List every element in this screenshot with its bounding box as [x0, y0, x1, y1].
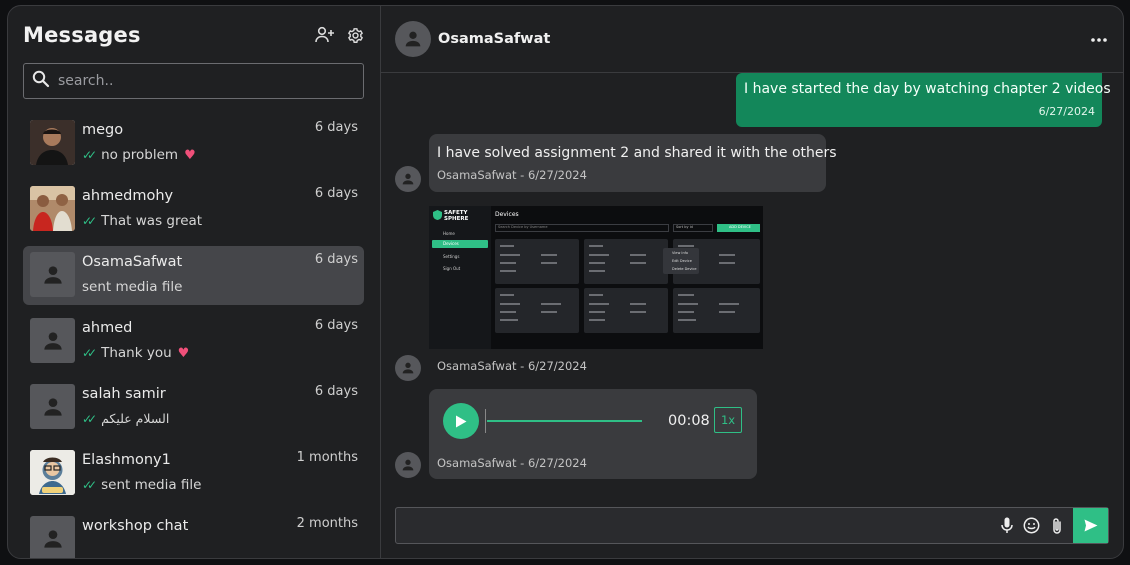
chat-time: 6 days	[314, 252, 358, 267]
message-text: I have started the day by watching chapt…	[744, 81, 1111, 97]
default-avatar-icon	[30, 252, 75, 297]
chat-name: mego	[82, 122, 124, 138]
audio-duration: 00:08	[668, 413, 710, 429]
message-meta: OsamaSafwat - 6/27/2024	[437, 168, 587, 182]
heart-icon: ♥	[184, 147, 196, 163]
message-meta: OsamaSafwat - 6/27/2024	[437, 456, 587, 470]
chat-name: OsamaSafwat	[82, 254, 183, 270]
chat-last-text: Thank you	[101, 345, 172, 361]
microphone-icon[interactable]	[997, 516, 1016, 535]
default-avatar-icon	[30, 318, 75, 363]
conversation-header: OsamaSafwat	[381, 6, 1123, 73]
default-avatar-icon	[30, 516, 75, 558]
chat-last-text: السلام عليكم	[101, 411, 170, 426]
chat-time: 6 days	[314, 186, 358, 201]
chat-last-message: ✓✓ That was great	[82, 213, 202, 229]
chat-name: ahmedmohy	[82, 188, 174, 204]
chat-list: mego 6 days ✓✓ no problem ♥ ahmedmohy 6 …	[23, 114, 364, 558]
play-icon[interactable]	[443, 403, 479, 439]
preview-menu-edit: Edit Device	[672, 259, 692, 263]
chat-time: 1 months	[296, 450, 358, 465]
preview-nav-devices: Devices	[443, 241, 459, 246]
more-options-icon[interactable]	[1089, 30, 1109, 50]
send-icon[interactable]	[1073, 508, 1108, 543]
emoji-icon[interactable]	[1022, 516, 1041, 535]
sidebar-header: Messages	[23, 20, 365, 50]
chat-name: workshop chat	[82, 518, 189, 534]
search-box	[23, 63, 364, 99]
message-composer	[395, 507, 1109, 544]
sender-avatar-icon	[395, 452, 421, 478]
chat-item-workshop-chat[interactable]: workshop chat 2 months	[23, 510, 364, 558]
shared-image[interactable]: SAFETY SPHERE Home Devices Settings Sign…	[429, 206, 763, 349]
preview-brand: SAFETY SPHERE	[444, 210, 469, 222]
avatar	[30, 450, 75, 495]
playback-speed-button[interactable]: 1x	[714, 407, 742, 433]
outgoing-message: I have started the day by watching chapt…	[736, 73, 1111, 127]
attachment-icon[interactable]	[1047, 516, 1066, 535]
chat-item-mego[interactable]: mego 6 days ✓✓ no problem ♥	[23, 114, 364, 180]
heart-icon: ♥	[177, 345, 190, 361]
search-input[interactable]	[58, 73, 338, 89]
audio-progress-track[interactable]	[487, 420, 642, 422]
sender-avatar-icon	[395, 355, 421, 381]
chat-time: 6 days	[314, 318, 358, 333]
chat-last-message: ✓✓ no problem ♥	[82, 147, 196, 163]
default-avatar-icon	[30, 384, 75, 429]
conversation-pane: OsamaSafwat I have started the day by wa…	[381, 6, 1123, 558]
preview-heading: Devices	[495, 211, 519, 218]
sidebar: Messages mego 6 d	[8, 6, 381, 558]
chat-item-salah-samir[interactable]: salah samir 6 days ✓✓ السلام عليكم	[23, 378, 364, 444]
chat-item-osamasafwat[interactable]: OsamaSafwat 6 days sent media file	[23, 246, 364, 305]
read-ticks-icon: ✓✓	[82, 411, 97, 426]
message-meta: OsamaSafwat - 6/27/2024	[437, 359, 587, 373]
read-ticks-icon: ✓✓	[82, 214, 97, 228]
search-icon	[32, 70, 50, 92]
preview-search: Search Device by Username	[498, 225, 548, 229]
sender-avatar-icon	[395, 166, 421, 192]
chat-item-ahmed[interactable]: ahmed 6 days ✓✓ Thank you ♥	[23, 312, 364, 378]
preview-sidebar: SAFETY SPHERE Home Devices Settings Sign…	[429, 206, 491, 349]
chat-last-message: ✓✓ السلام عليكم	[82, 411, 169, 426]
chat-last-text: sent media file	[82, 279, 183, 295]
message-date: 6/27/2024	[1038, 105, 1095, 118]
chat-time: 6 days	[314, 384, 358, 399]
add-user-icon[interactable]	[315, 25, 335, 45]
avatar	[30, 120, 75, 165]
chat-last-message: ✓✓ sent media file	[82, 477, 202, 493]
read-ticks-icon: ✓✓	[82, 346, 97, 360]
chat-item-ahmedmohy[interactable]: ahmedmohy 6 days ✓✓ That was great	[23, 180, 364, 246]
read-ticks-icon: ✓✓	[82, 148, 97, 162]
chat-name: salah samir	[82, 386, 166, 402]
audio-message: 00:08 1x OsamaSafwat - 6/27/2024	[429, 389, 757, 479]
chat-item-elashmony1[interactable]: Elashmony1 1 months ✓✓ sent media file	[23, 444, 364, 510]
chat-last-text: no problem	[101, 147, 179, 163]
avatar	[30, 186, 75, 231]
audio-track-start	[485, 409, 486, 433]
chat-last-text: That was great	[101, 213, 203, 229]
chat-app: Messages mego 6 d	[7, 5, 1124, 559]
preview-menu-view: View Info	[672, 251, 689, 255]
preview-add-button: ADD DEVICE	[729, 225, 751, 229]
message-input[interactable]	[406, 517, 1006, 534]
chat-name: Elashmony1	[82, 452, 171, 468]
preview-nav-settings: Settings	[443, 254, 460, 259]
chat-last-text: sent media file	[101, 477, 202, 493]
contact-name: OsamaSafwat	[438, 31, 551, 47]
read-ticks-icon: ✓✓	[82, 478, 97, 492]
sidebar-title: Messages	[23, 23, 141, 47]
preview-nav-signout: Sign Out	[443, 266, 461, 271]
preview-sort: Sort by id	[676, 225, 693, 229]
incoming-message: I have solved assignment 2 and shared it…	[429, 134, 837, 192]
chat-last-message: sent media file	[82, 279, 182, 295]
chat-time: 6 days	[314, 120, 358, 135]
gear-icon[interactable]	[345, 25, 365, 45]
chat-name: ahmed	[82, 320, 133, 336]
message-text: I have solved assignment 2 and shared it…	[437, 145, 837, 161]
preview-nav-home: Home	[443, 231, 455, 236]
preview-menu-delete: Delete Device	[672, 267, 697, 271]
contact-avatar-icon[interactable]	[395, 21, 431, 57]
chat-time: 2 months	[296, 516, 358, 531]
chat-last-message: ✓✓ Thank you ♥	[82, 345, 189, 361]
